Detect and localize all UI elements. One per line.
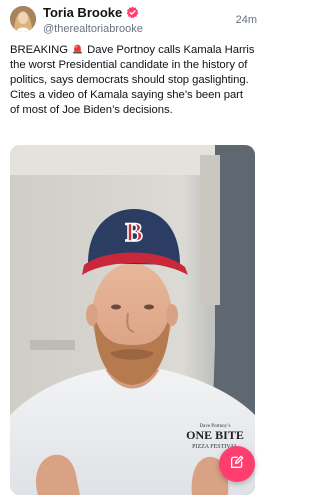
display-name[interactable]: Toria Brooke bbox=[43, 5, 122, 20]
avatar[interactable] bbox=[10, 6, 36, 32]
name-row: Toria Brooke bbox=[43, 5, 139, 20]
author-handle[interactable]: @therealtoriabrooke bbox=[43, 23, 143, 35]
siren-icon bbox=[72, 43, 83, 54]
post-card[interactable]: Toria Brooke @therealtoriabrooke 24m BRE… bbox=[0, 0, 265, 500]
verified-badge-icon bbox=[126, 6, 139, 19]
compose-button[interactable] bbox=[219, 446, 255, 482]
post-text-lead: BREAKING bbox=[10, 44, 68, 56]
cap-logo-text: B bbox=[125, 218, 142, 247]
post-video-thumbnail[interactable]: B Dave Portnoy’s ONE BITE PIZZA FESTIVAL bbox=[10, 145, 255, 495]
shirt-text-line2: ONE BITE bbox=[186, 428, 244, 442]
post-timestamp: 24m bbox=[235, 14, 257, 26]
compose-icon bbox=[229, 454, 245, 475]
post-text: BREAKING Dave Portnoy calls Kamala Harri… bbox=[10, 43, 255, 118]
post-header: Toria Brooke @therealtoriabrooke 24m bbox=[10, 4, 257, 38]
